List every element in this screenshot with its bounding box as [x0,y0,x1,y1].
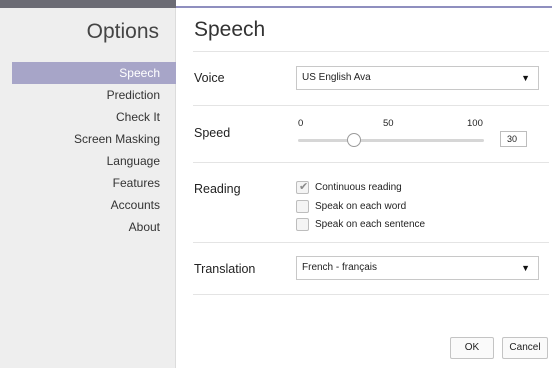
speed-value-input[interactable]: 30 [500,131,527,147]
translation-label: Translation [194,262,256,276]
chevron-down-icon: ▼ [521,263,530,273]
speak-each-word-label: Speak on each word [315,201,407,212]
translation-select-value: French - français [302,262,378,273]
divider [193,51,549,52]
sidebar-item-speech[interactable]: Speech [12,62,176,84]
speech-panel: Speech Voice US English Ava ▼ Speed 0 50… [177,8,552,368]
speak-each-sentence-label: Speak on each sentence [315,219,426,230]
checkmark-icon: ✔ [299,181,309,193]
divider [193,162,549,163]
sidebar-item-screen-masking[interactable]: Screen Masking [0,128,176,150]
sidebar-item-accounts[interactable]: Accounts [0,194,176,216]
title-bar [0,0,552,8]
sidebar-nav: Speech Prediction Check It Screen Maskin… [0,62,176,238]
sidebar: Options Speech Prediction Check It Scree… [0,8,176,368]
speed-tick-mid: 50 [383,118,394,129]
continuous-reading-checkbox[interactable]: ✔ [296,181,309,194]
divider [193,294,549,295]
speed-slider-track[interactable] [298,139,484,142]
divider [193,105,549,106]
cancel-button[interactable]: Cancel [502,337,548,359]
sidebar-item-about[interactable]: About [0,216,176,238]
sidebar-title: Options [86,20,159,43]
speed-tick-max: 100 [467,118,483,129]
sidebar-item-features[interactable]: Features [0,172,176,194]
continuous-reading-label: Continuous reading [315,182,402,193]
sidebar-item-check-it[interactable]: Check It [0,106,176,128]
sidebar-item-prediction[interactable]: Prediction [0,84,176,106]
sidebar-item-language[interactable]: Language [0,150,176,172]
translation-select[interactable]: French - français ▼ [296,256,539,280]
speak-each-word-checkbox[interactable] [296,200,309,213]
voice-select[interactable]: US English Ava ▼ [296,66,539,90]
ok-button[interactable]: OK [450,337,494,359]
speak-each-sentence-checkbox[interactable] [296,218,309,231]
chevron-down-icon: ▼ [521,73,530,83]
speed-slider-thumb[interactable] [346,133,361,147]
divider [193,242,549,243]
reading-label: Reading [194,182,241,196]
voice-select-value: US English Ava [302,72,371,83]
title-bar-left [0,0,176,8]
speed-tick-min: 0 [298,118,304,129]
speed-label: Speed [194,126,231,140]
page-title: Speech [194,18,266,41]
voice-label: Voice [194,71,225,85]
